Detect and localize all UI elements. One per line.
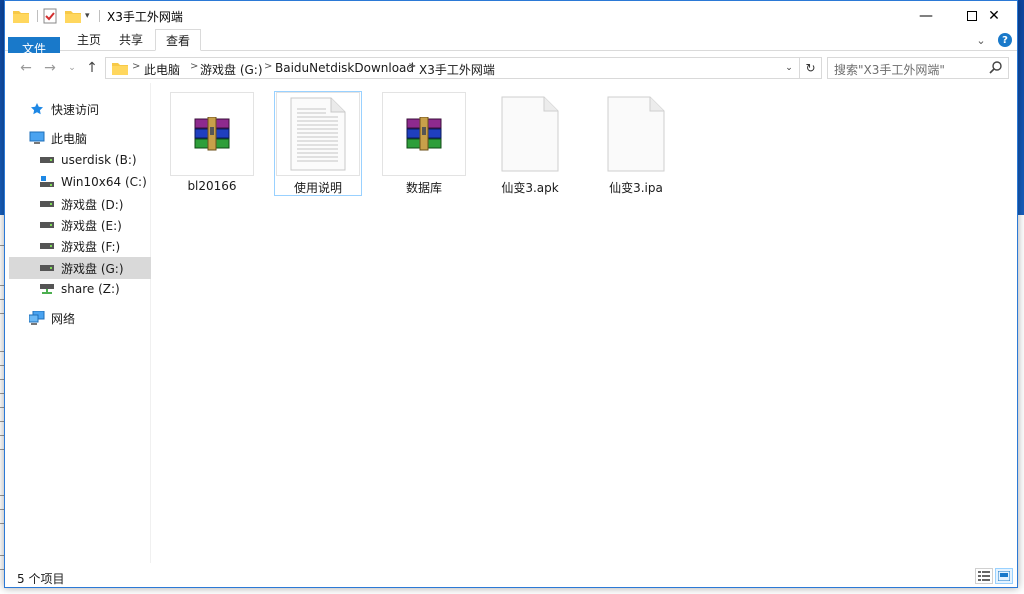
sidebar-item-label: 网络 xyxy=(51,311,76,326)
close-button[interactable]: ✕ xyxy=(971,1,1017,31)
help-icon: ? xyxy=(998,33,1012,47)
ribbon: 文件 主页 共享 查看 ⌄ ? xyxy=(5,29,1017,142)
help-button[interactable]: ? xyxy=(997,32,1013,48)
close-icon: ✕ xyxy=(988,8,1000,24)
winrar-archive-icon xyxy=(382,92,466,176)
sidebar-item-label: userdisk (B:) xyxy=(61,153,137,167)
minimize-button[interactable]: — xyxy=(903,1,949,31)
address-bar[interactable]: > 此电脑 > 游戏盘 (G:) > BaiduNetdiskDownload … xyxy=(105,57,822,79)
sidebar-item-label: 此电脑 xyxy=(51,131,88,146)
sidebar-item-drive-e[interactable]: 游戏盘 (E:) xyxy=(9,214,151,236)
file-item[interactable]: 仙变3.apk xyxy=(486,91,574,196)
drive-icon xyxy=(39,197,55,211)
navigation-pane: 快速访问 此电脑 userdisk (B:) Win10x64 (C:) 游戏盘… xyxy=(5,83,151,563)
folder-icon xyxy=(112,61,128,78)
sidebar-item-drive-g[interactable]: 游戏盘 (G:) xyxy=(9,257,151,279)
network-icon xyxy=(29,311,45,325)
title-separator-2 xyxy=(99,10,100,22)
sidebar-item-quick-access[interactable]: 快速访问 xyxy=(9,98,151,120)
customize-toolbar-chevron-icon[interactable]: ▾ xyxy=(85,7,90,25)
large-icons-view-icon xyxy=(998,571,1010,581)
back-button[interactable]: ← xyxy=(17,59,35,77)
search-input[interactable]: 搜索"X3手工外网端" xyxy=(827,57,1009,79)
breadcrumb-separator-icon[interactable]: > xyxy=(264,61,272,72)
sidebar-item-label: 快速访问 xyxy=(51,102,100,117)
drive-icon xyxy=(39,218,55,232)
title-separator xyxy=(37,10,38,22)
network-drive-icon xyxy=(39,282,55,296)
sidebar-item-label: 游戏盘 (F:) xyxy=(61,239,121,254)
drive-icon xyxy=(39,153,55,167)
file-item[interactable]: 使用说明 xyxy=(274,91,362,196)
explorer-window: ▾ X3手工外网端 — ✕ 文件 主页 共享 查看 ⌄ ? ← → ⌄ ↑ > … xyxy=(4,0,1018,588)
file-item[interactable]: 数据库 xyxy=(380,91,468,196)
item-count: 5 个项目 xyxy=(17,572,65,586)
sidebar-item-win10x64-c[interactable]: Win10x64 (C:) xyxy=(9,171,151,193)
breadcrumb-separator-icon[interactable]: > xyxy=(190,61,198,72)
breadcrumb-this-pc[interactable]: 此电脑 xyxy=(144,61,180,78)
background-bottom-strip xyxy=(0,588,1024,594)
sidebar-item-network[interactable]: 网络 xyxy=(9,307,151,329)
recent-locations-button[interactable]: ⌄ xyxy=(63,59,81,77)
breadcrumb-separator-icon[interactable]: > xyxy=(408,61,416,72)
breadcrumb-current-folder[interactable]: X3手工外网端 xyxy=(419,61,495,78)
file-item[interactable]: 仙变3.ipa xyxy=(592,91,680,196)
breadcrumb-drive-g[interactable]: 游戏盘 (G:) xyxy=(200,61,263,78)
title-bar[interactable]: ▾ X3手工外网端 — ✕ xyxy=(5,1,1017,31)
drive-icon xyxy=(39,239,55,253)
address-history-chevron-icon[interactable]: ⌄ xyxy=(781,60,797,76)
expand-ribbon-chevron-icon[interactable]: ⌄ xyxy=(973,32,989,48)
breadcrumb-separator-icon[interactable]: > xyxy=(132,61,140,72)
up-button[interactable]: ↑ xyxy=(83,59,101,77)
sidebar-item-label: 游戏盘 (E:) xyxy=(61,218,122,233)
search-placeholder: 搜索"X3手工外网端" xyxy=(834,63,945,77)
system-drive-icon xyxy=(39,175,55,189)
file-name: bl20166 xyxy=(187,179,237,193)
details-view-icon xyxy=(978,571,990,581)
sidebar-item-label: share (Z:) xyxy=(61,282,120,296)
tab-share[interactable]: 共享 xyxy=(105,29,157,51)
file-name: 数据库 xyxy=(405,181,442,195)
back-arrow-icon: ← xyxy=(20,60,32,76)
properties-icon[interactable] xyxy=(43,7,57,25)
sidebar-item-label: 游戏盘 (D:) xyxy=(61,197,124,212)
sidebar-item-this-pc[interactable]: 此电脑 xyxy=(9,127,151,149)
blank-file-icon xyxy=(488,92,572,176)
blank-file-icon xyxy=(594,92,678,176)
folder-icon xyxy=(13,7,29,25)
navigation-bar: ← → ⌄ ↑ > 此电脑 > 游戏盘 (G:) > BaiduNetdiskD… xyxy=(5,53,1017,83)
large-icons-view-button[interactable] xyxy=(995,568,1013,584)
file-item[interactable]: bl20166 xyxy=(168,91,256,196)
drive-icon xyxy=(39,261,55,275)
star-icon xyxy=(29,102,45,116)
up-arrow-icon: ↑ xyxy=(86,60,98,76)
text-document-icon xyxy=(276,92,360,176)
file-name: 使用说明 xyxy=(293,181,342,195)
new-folder-icon[interactable] xyxy=(65,7,81,25)
window-title: X3手工外网端 xyxy=(107,10,183,24)
details-view-button[interactable] xyxy=(975,568,993,584)
file-name: 仙变3.ipa xyxy=(609,181,663,195)
status-bar: 5 个项目 xyxy=(5,565,1017,587)
sidebar-item-userdisk-b[interactable]: userdisk (B:) xyxy=(9,149,151,171)
tab-view[interactable]: 查看 xyxy=(155,29,201,51)
file-name: 仙变3.apk xyxy=(501,181,559,195)
sidebar-item-drive-f[interactable]: 游戏盘 (F:) xyxy=(9,235,151,257)
sidebar-item-label: Win10x64 (C:) xyxy=(61,175,147,189)
forward-button[interactable]: → xyxy=(41,59,59,77)
file-view[interactable]: bl20166 使用说明 数据库 仙变3.apk 仙变3.ipa xyxy=(152,83,1017,563)
chevron-down-icon: ⌄ xyxy=(68,63,76,73)
background-window-right xyxy=(1018,215,1024,594)
computer-icon xyxy=(29,131,45,145)
sidebar-item-label: 游戏盘 (G:) xyxy=(61,261,124,276)
minimize-icon: — xyxy=(919,8,933,24)
sidebar-item-drive-d[interactable]: 游戏盘 (D:) xyxy=(9,193,151,215)
forward-arrow-icon: → xyxy=(44,60,56,76)
sidebar-item-share-z[interactable]: share (Z:) xyxy=(9,278,151,300)
refresh-button[interactable]: ↻ xyxy=(799,58,821,78)
winrar-archive-icon xyxy=(170,92,254,176)
refresh-icon: ↻ xyxy=(805,61,816,75)
search-icon[interactable] xyxy=(988,60,1004,76)
breadcrumb-baidunetdiskdownload[interactable]: BaiduNetdiskDownload xyxy=(275,61,414,75)
